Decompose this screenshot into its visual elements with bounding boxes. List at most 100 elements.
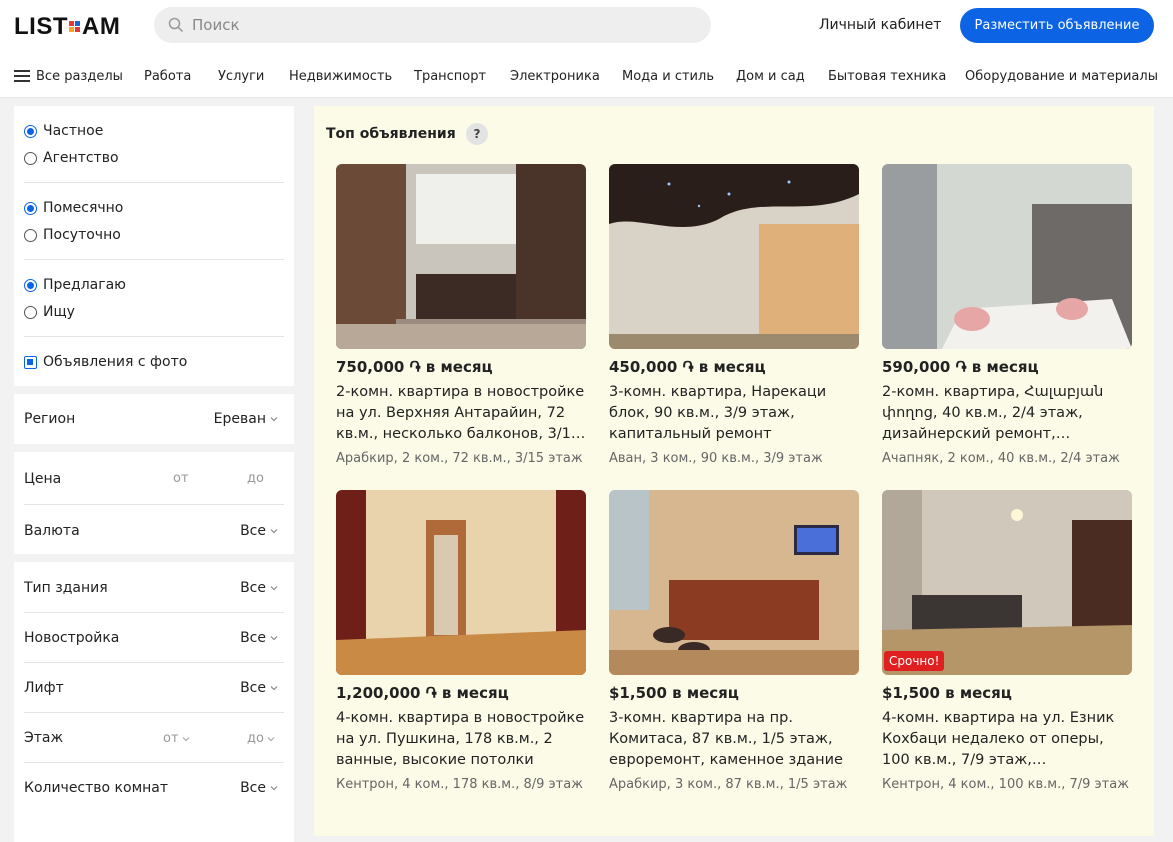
rooms-value: Все [240, 780, 266, 796]
listing-title[interactable]: 3-комн. квартира на пр. Комитаса, 87 кв.… [609, 708, 859, 771]
dining-room-photo [882, 164, 1132, 349]
region-value: Ереван [213, 411, 266, 427]
divider [24, 662, 284, 663]
elevator-label: Лифт [24, 680, 64, 696]
listing-meta: Кентрон, 4 ком., 100 кв.м., 7/9 этаж [882, 777, 1129, 792]
listing-meta: Кентрон, 4 ком., 178 кв.м., 8/9 этаж [336, 777, 583, 792]
room-starry-ceiling-photo [609, 164, 859, 349]
post-ad-button[interactable]: Разместить объявление [960, 8, 1154, 43]
urgent-badge: Срочно! [884, 651, 945, 671]
radio-seek[interactable]: Ищу [24, 304, 75, 320]
chevron-down-icon [270, 636, 278, 641]
radio-label: Ищу [43, 304, 75, 320]
listing-card[interactable]: $1,500 в месяц 3-комн. квартира на пр. К… [609, 490, 859, 800]
menu-icon[interactable] [14, 70, 30, 82]
listing-card[interactable]: Срочно! $1,500 в месяц 4-комн. квартира … [882, 490, 1132, 800]
listing-card[interactable]: 1,200,000 ֏ в месяц 4-комн. квартира в н… [336, 490, 586, 800]
listing-card[interactable]: 590,000 ֏ в месяц 2-комн. квартира, Հալա… [882, 164, 1132, 474]
listing-title[interactable]: 3-комн. квартира, Нарекаци блок, 90 кв.м… [609, 382, 859, 445]
region-label: Регион [24, 411, 76, 427]
section-title: Топ объявления [326, 126, 456, 142]
search-bar[interactable] [154, 7, 711, 43]
nav-item-electronics[interactable]: Электроника [510, 69, 600, 84]
listing-photo[interactable] [336, 164, 586, 349]
divider [24, 712, 284, 713]
chevron-down-icon [182, 736, 189, 741]
listing-photo[interactable] [609, 490, 859, 675]
filter-panel-building: Тип здания Все Новостройка Все Лифт Все … [14, 562, 294, 842]
nav-item-services[interactable]: Услуги [218, 69, 264, 84]
listing-title[interactable]: 4-комн. квартира на ул. Езник Кохбаци не… [882, 708, 1132, 771]
listing-photo[interactable] [336, 490, 586, 675]
floor-from-select[interactable]: от [163, 731, 190, 746]
radio-label: Агентство [43, 150, 119, 166]
nav-item-fashion[interactable]: Мода и стиль [622, 69, 714, 84]
logo[interactable]: LIST AM [14, 13, 120, 41]
new-building-label: Новостройка [24, 630, 120, 646]
filter-panel-type: Частное Агентство Помесячно Посуточно Пр… [14, 106, 294, 386]
nav-item-real-estate[interactable]: Недвижимость [289, 69, 392, 84]
listing-meta: Аван, 3 ком., 90 кв.м., 3/9 этаж [609, 451, 823, 466]
building-type-label: Тип здания [24, 580, 108, 596]
living-room-photo [882, 490, 1132, 675]
radio-checked-icon [24, 124, 37, 138]
checkbox-label: Объявления с фото [43, 354, 188, 370]
radio-monthly[interactable]: Помесячно [24, 200, 123, 216]
account-link[interactable]: Личный кабинет [819, 17, 941, 33]
search-input[interactable] [192, 7, 692, 43]
checkbox-with-photo[interactable]: Объявления с фото [24, 354, 187, 370]
radio-unchecked-icon [24, 228, 37, 242]
top-listings-section: Топ объявления ? 750,000 ֏ в месяц 2-ком… [314, 106, 1154, 836]
listing-title[interactable]: 2-комн. квартира, Հալաբյան փողոց, 40 кв.… [882, 382, 1132, 445]
price-to-input[interactable]: до [247, 471, 264, 486]
chevron-down-icon [270, 686, 278, 691]
building-type-select[interactable]: Все [240, 580, 278, 596]
help-icon[interactable]: ? [466, 123, 488, 145]
floor-to-select[interactable]: до [247, 731, 275, 746]
divider [24, 182, 284, 183]
radio-daily[interactable]: Посуточно [24, 227, 121, 243]
radio-label: Помесячно [43, 200, 124, 216]
nav-item-work[interactable]: Работа [144, 69, 191, 84]
elevator-select[interactable]: Все [240, 680, 278, 696]
kitchen-photo [336, 164, 586, 349]
currency-select[interactable]: Все [240, 523, 278, 539]
listing-photo[interactable]: Срочно! [882, 490, 1132, 675]
listing-price: 590,000 ֏ в месяц [882, 358, 1039, 376]
floor-to-value: до [247, 731, 264, 746]
radio-offer[interactable]: Предлагаю [24, 277, 126, 293]
listing-title[interactable]: 4-комн. квартира в новостройке на ул. Пу… [336, 708, 586, 771]
rooms-select[interactable]: Все [240, 780, 278, 796]
nav-item-appliances[interactable]: Бытовая техника [828, 69, 946, 84]
chevron-down-icon [267, 736, 275, 741]
currency-label: Валюта [24, 523, 80, 539]
nav-item-transport[interactable]: Транспорт [414, 69, 486, 84]
chevron-down-icon [270, 417, 278, 422]
radio-checked-icon [24, 201, 37, 215]
divider [24, 612, 284, 613]
divider [24, 259, 284, 260]
listing-card[interactable]: 750,000 ֏ в месяц 2-комн. квартира в нов… [336, 164, 586, 474]
radio-agency[interactable]: Агентство [24, 150, 119, 166]
listing-card[interactable]: 450,000 ֏ в месяц 3-комн. квартира, Наре… [609, 164, 859, 474]
nav-item-home-garden[interactable]: Дом и сад [736, 69, 805, 84]
radio-label: Предлагаю [43, 277, 126, 293]
new-building-select[interactable]: Все [240, 630, 278, 646]
nav-all-sections[interactable]: Все разделы [36, 69, 123, 84]
chevron-down-icon [270, 529, 278, 534]
listing-photo[interactable] [882, 164, 1132, 349]
filter-panel-region: Регион Ереван [14, 394, 294, 444]
price-from-input[interactable]: от [173, 471, 189, 486]
building-type-value: Все [240, 580, 266, 596]
radio-private[interactable]: Частное [24, 123, 103, 139]
bar-room-photo [609, 490, 859, 675]
floor-label: Этаж [24, 730, 64, 746]
radio-label: Посуточно [43, 227, 121, 243]
nav-item-equipment[interactable]: Оборудование и материалы [965, 69, 1158, 84]
divider [24, 504, 284, 505]
region-select[interactable]: Ереван [214, 411, 278, 427]
listing-price: 450,000 ֏ в месяц [609, 358, 766, 376]
listing-title[interactable]: 2-комн. квартира в новостройке на ул. Ве… [336, 382, 586, 445]
listing-meta: Арабкир, 3 ком., 87 кв.м., 1/5 этаж [609, 777, 848, 792]
listing-photo[interactable] [609, 164, 859, 349]
